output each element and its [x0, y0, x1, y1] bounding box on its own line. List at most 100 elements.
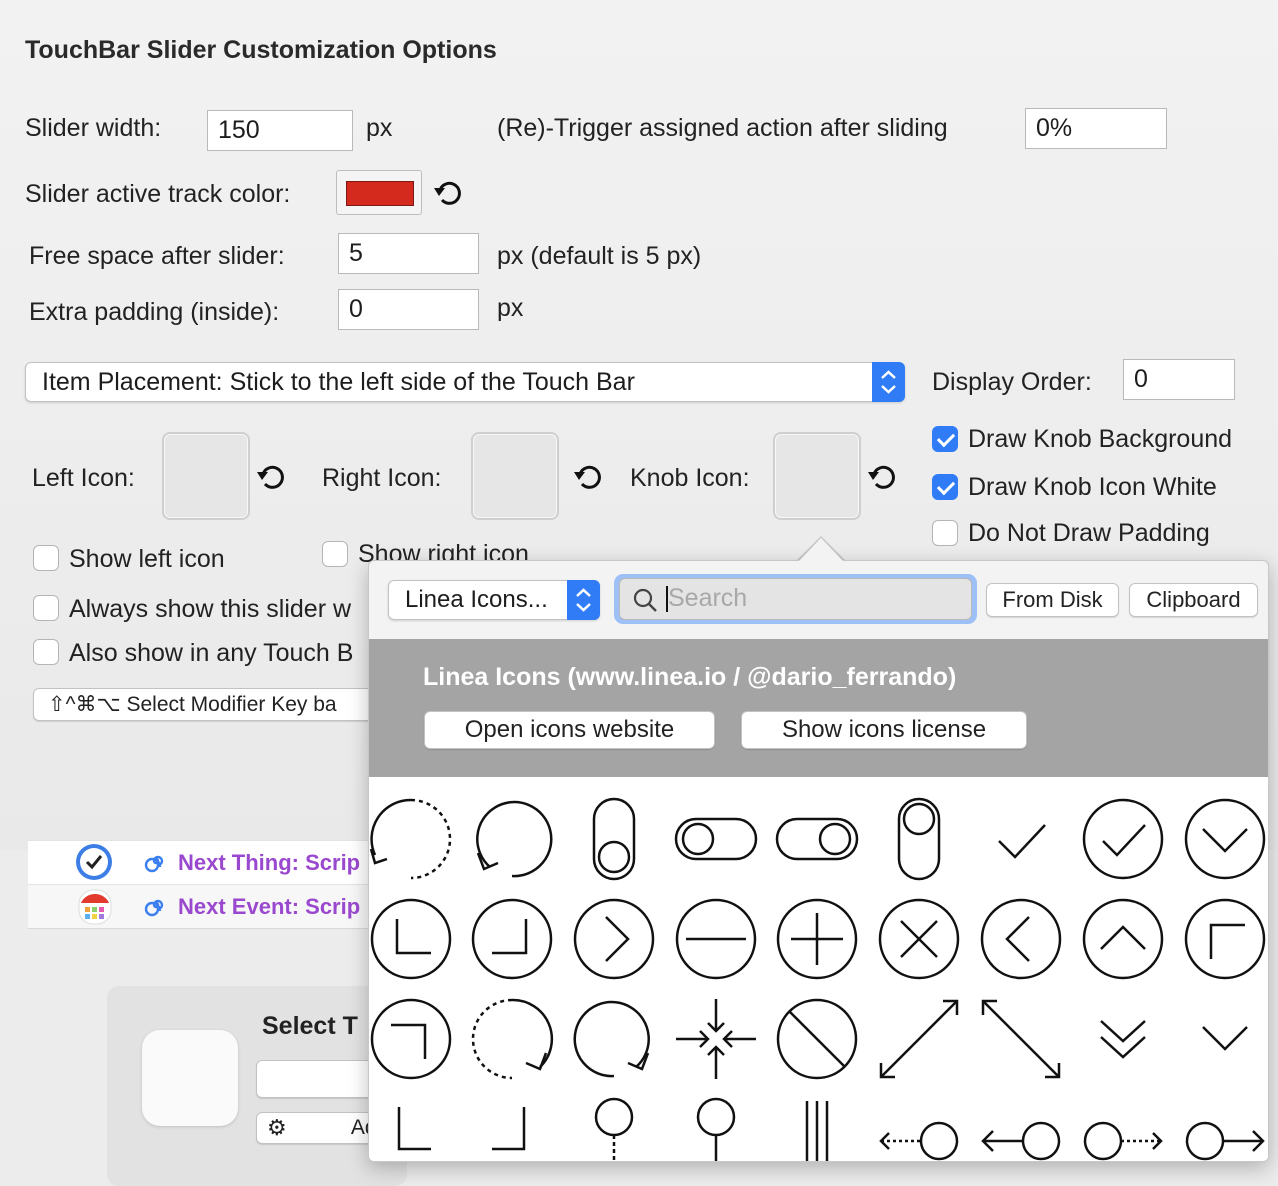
show-icons-license-button[interactable]: Show icons license [741, 711, 1027, 749]
reset-track-color-icon[interactable] [432, 176, 466, 210]
chevron-updown-icon [872, 362, 905, 402]
corner-bottom-right-circle-icon[interactable] [470, 897, 554, 981]
display-order-input[interactable]: 0 [1123, 359, 1235, 400]
also-show-checkbox[interactable] [33, 639, 59, 665]
double-chevron-down-icon[interactable] [1081, 997, 1165, 1081]
track-color-label: Slider active track color: [25, 180, 291, 208]
arrow-left-dashed-circle-icon[interactable] [877, 1093, 961, 1162]
chevron-right-circle-icon[interactable] [572, 897, 656, 981]
select-trigger-title: Select T [262, 1012, 358, 1040]
toggle-vertical-off-icon[interactable] [572, 797, 656, 881]
minus-circle-icon[interactable] [674, 897, 758, 981]
free-space-unit: px (default is 5 px) [497, 242, 702, 270]
rotate-dashed-cw-icon[interactable] [470, 997, 554, 1081]
check-circle-icon[interactable] [1081, 797, 1165, 881]
extra-padding-label: Extra padding (inside): [29, 298, 280, 326]
show-right-icon-checkbox[interactable] [322, 541, 348, 567]
next-thing-label: Next Thing: Scrip [178, 850, 361, 875]
draw-knob-background-label: Draw Knob Background [968, 425, 1233, 453]
rotate-ccw-icon[interactable] [470, 797, 554, 881]
chevron-down-circle-icon[interactable] [1183, 797, 1267, 881]
pin-circle-solid-icon[interactable] [674, 1093, 758, 1162]
retrigger-input[interactable]: 0% [1025, 108, 1167, 149]
draw-knob-icon-white-label: Draw Knob Icon White [968, 473, 1217, 501]
trigger-icon-well[interactable] [142, 1030, 238, 1126]
from-disk-button[interactable]: From Disk [986, 583, 1119, 617]
display-order-label: Display Order: [932, 368, 1092, 396]
draw-knob-background-checkbox[interactable] [932, 426, 958, 452]
things-app-icon [76, 844, 112, 880]
reset-right-icon[interactable] [572, 460, 606, 494]
slider-width-input[interactable]: 150 [207, 110, 353, 151]
icon-picker-popover: Linea Icons... Search From Disk Clipboar… [368, 560, 1269, 1162]
show-left-icon-checkbox[interactable] [33, 545, 59, 571]
rotate-cw-icon[interactable] [572, 997, 656, 1081]
arrow-right-dashed-circle-icon[interactable] [1081, 1093, 1165, 1162]
spiral-icon [144, 899, 164, 917]
select-modifier-key-button[interactable]: ⇧^⌘⌥ Select Modifier Key ba [33, 688, 378, 721]
knob-icon-well[interactable] [773, 432, 861, 520]
spiral-icon [144, 855, 164, 873]
icon-source-value: Linea Icons... [405, 586, 548, 613]
draw-knob-icon-white-checkbox[interactable] [932, 474, 958, 500]
free-space-input[interactable]: 5 [338, 233, 479, 274]
corner-bottom-left-circle-icon[interactable] [369, 897, 453, 981]
check-icon[interactable] [979, 797, 1063, 881]
right-icon-well[interactable] [471, 432, 559, 520]
plus-circle-icon[interactable] [775, 897, 859, 981]
vertical-lines-icon[interactable] [775, 1093, 859, 1162]
chevron-up-circle-icon[interactable] [1081, 897, 1165, 981]
also-show-label: Also show in any Touch B [69, 639, 354, 667]
expand-diagonal-icon[interactable] [877, 997, 961, 1081]
extra-padding-unit: px [497, 294, 524, 322]
toggle-vertical-on-icon[interactable] [877, 797, 961, 881]
prohibited-icon[interactable] [775, 997, 859, 1081]
chevron-left-circle-icon[interactable] [979, 897, 1063, 981]
track-color-well[interactable] [336, 170, 422, 215]
icon-source-select[interactable]: Linea Icons... [388, 580, 600, 620]
reset-left-icon[interactable] [255, 460, 289, 494]
divider [28, 928, 368, 929]
icon-set-info-band: Linea Icons (www.linea.io / @dario_ferra… [369, 639, 1268, 777]
list-item[interactable]: Next Thing: Scrip [28, 840, 368, 885]
next-event-label: Next Event: Scrip [178, 894, 361, 919]
corner-top-left-circle-icon[interactable] [1183, 897, 1267, 981]
corner-top-right-circle-icon[interactable] [369, 997, 453, 1081]
do-not-draw-padding-checkbox[interactable] [932, 520, 958, 546]
corner-bottom-left-icon[interactable] [369, 1093, 453, 1162]
list-item[interactable]: Next Event: Scrip [28, 884, 368, 929]
show-left-icon-label: Show left icon [69, 545, 225, 573]
icon-set-credits: Linea Icons (www.linea.io / @dario_ferra… [423, 663, 957, 691]
toggle-off-icon[interactable] [674, 797, 758, 881]
pin-circle-icon[interactable] [572, 1093, 656, 1162]
search-placeholder: Search [668, 584, 748, 612]
arrow-left-circle-icon[interactable] [979, 1093, 1063, 1162]
panel-title: TouchBar Slider Customization Options [25, 36, 497, 64]
slider-width-label: Slider width: [25, 114, 162, 142]
expand-diagonal-alt-icon[interactable] [979, 997, 1063, 1081]
gear-icon: ⚙ [267, 1115, 287, 1140]
retrigger-label: (Re)-Trigger assigned action after slidi… [497, 114, 948, 142]
always-show-checkbox[interactable] [33, 595, 59, 621]
item-placement-select[interactable]: Item Placement: Stick to the left side o… [25, 362, 905, 402]
reset-knob-icon[interactable] [866, 460, 900, 494]
left-icon-well[interactable] [162, 432, 250, 520]
chevron-down-icon[interactable] [1183, 997, 1267, 1081]
right-icon-label: Right Icon: [322, 464, 442, 492]
do-not-draw-padding-label: Do Not Draw Padding [968, 519, 1210, 547]
knob-icon-label: Knob Icon: [630, 464, 750, 492]
corner-bottom-right-icon[interactable] [470, 1093, 554, 1162]
search-input[interactable]: Search [619, 578, 972, 620]
clipboard-button[interactable]: Clipboard [1129, 583, 1258, 617]
open-icons-website-button[interactable]: Open icons website [424, 711, 715, 749]
extra-padding-input[interactable]: 0 [338, 289, 479, 330]
arrow-right-circle-icon[interactable] [1183, 1093, 1267, 1162]
close-circle-icon[interactable] [877, 897, 961, 981]
slider-width-unit: px [366, 114, 393, 142]
toggle-on-icon[interactable] [775, 797, 859, 881]
rotate-dashed-icon[interactable] [369, 797, 453, 881]
item-placement-value: Item Placement: Stick to the left side o… [42, 367, 635, 396]
search-icon [633, 588, 657, 612]
shrink-arrows-icon[interactable] [674, 997, 758, 1081]
chevron-updown-icon [567, 580, 600, 620]
